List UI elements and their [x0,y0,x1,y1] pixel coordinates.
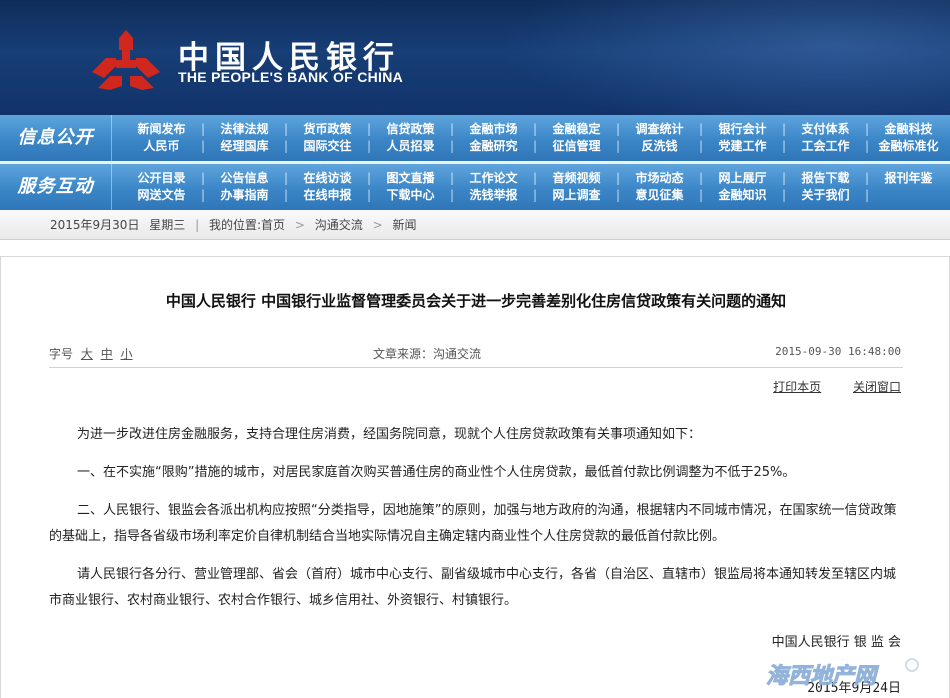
nav-info-disclosure: 信息公开 新闻发布法律法规货币政策信贷政策金融市场金融稳定调查统计银行会计支付体… [0,115,950,161]
nav-service-item[interactable]: 意见征集 [618,187,703,204]
current-weekday: 星期三 [149,218,186,232]
nav-service-item[interactable]: 网上展厅 [701,170,786,187]
nav-service-item[interactable]: 办事指南 [203,187,288,204]
nav-service-item[interactable]: 网上调查 [535,187,620,204]
nav-info-item[interactable]: 支付体系 [784,121,869,138]
nav-info-item[interactable]: 国际交往 [286,138,371,155]
nav-service-item[interactable]: 公开目录 [120,170,205,187]
nav-service-item[interactable]: 图文直播 [369,170,454,187]
font-size-small[interactable]: 小 [121,347,133,361]
article-datetime: 2015-09-30 16:48:00 [775,345,901,358]
article-signature: 中国人民银行 银 监 会 [771,635,901,650]
article-paragraph: 二、人民银行、银监会各派出机构应按照“分类指导，因地施策”的原则，加强与地方政府… [49,503,897,544]
nav-service-grid: 公开目录公告信息在线访谈图文直播工作论文音频视频市场动态网上展厅报告下载报刊年鉴… [120,170,950,204]
header-glow [470,0,950,115]
location-label: 我的位置: [209,218,262,232]
nav-info-item[interactable]: 人民币 [120,138,205,155]
nav-service-interaction: 服务互动 公开目录公告信息在线访谈图文直播工作论文音频视频市场动态网上展厅报告下… [0,164,950,210]
breadcrumb-home[interactable]: 首页 [261,218,285,232]
nav-service-item[interactable]: 工作论文 [452,170,537,187]
article-tools: 打印本页 关闭窗口 [745,378,901,395]
nav-service-item[interactable]: 下载中心 [369,187,454,204]
article-source: 文章来源：沟通交流 [373,347,482,361]
nav-service-label: 服务互动 [0,164,112,210]
meta-divider [49,367,903,368]
nav-info-item[interactable]: 银行会计 [701,121,786,138]
nav-service-item[interactable]: 金融知识 [701,187,786,204]
nav-service-item[interactable]: 关于我们 [784,187,869,204]
font-size-large[interactable]: 大 [81,347,93,361]
nav-info-item[interactable]: 金融稳定 [535,121,620,138]
font-size-medium[interactable]: 中 [101,347,113,361]
nav-service-item[interactable]: 在线申报 [286,187,371,204]
font-size-controls: 字号 大 中 小 [49,345,133,362]
nav-info-item[interactable]: 金融市场 [452,121,537,138]
nav-info-item[interactable]: 反洗钱 [618,138,703,155]
breadcrumb-communication[interactable]: 沟通交流 [315,218,363,232]
nav-info-label: 信息公开 [0,115,112,161]
nav-service-item[interactable]: 市场动态 [618,170,703,187]
article-paragraph: 为进一步改进住房金融服务，支持合理住房消费，经国务院同意，现就个人住房贷款政策有… [77,427,702,442]
nav-service-item[interactable]: 报刊年鉴 [867,170,950,187]
nav-service-item[interactable]: 报告下载 [784,170,869,187]
nav-info-item[interactable]: 信贷政策 [369,121,454,138]
site-header: 中国人民银行 THE PEOPLE'S BANK OF CHINA [0,0,950,115]
nav-info-grid: 新闻发布法律法规货币政策信贷政策金融市场金融稳定调查统计银行会计支付体系金融科技… [120,121,950,155]
brand-name-en: THE PEOPLE'S BANK OF CHINA [178,69,404,85]
nav-info-item[interactable]: 经理国库 [203,138,288,155]
nav-service-item[interactable]: 在线访谈 [286,170,371,187]
breadcrumb-bar: 2015年9月30日 星期三 | 我的位置:首页 > 沟通交流 > 新闻 [0,210,950,240]
article-body: 为进一步改进住房金融服务，支持合理住房消费，经国务院同意，现就个人住房贷款政策有… [49,422,905,626]
close-window-link[interactable]: 关闭窗口 [853,380,901,394]
nav-info-item[interactable]: 金融科技 [867,121,950,138]
article-paragraph: 一、在不实施“限购”措施的城市，对居民家庭首次购买普通住房的商业性个人住房贷款，… [77,465,796,480]
nav-info-item[interactable]: 征信管理 [535,138,620,155]
nav-info-item[interactable]: 新闻发布 [120,121,205,138]
article-sign-date: 2015年9月24日 [807,681,901,696]
nav-info-item[interactable]: 金融研究 [452,138,537,155]
article-paragraph: 请人民银行各分行、营业管理部、省会（首府）城市中心支行、副省级城市中心支行，各省… [49,567,897,608]
nav-service-item[interactable]: 洗钱举报 [452,187,537,204]
nav-info-item[interactable]: 货币政策 [286,121,371,138]
nav-info-item[interactable]: 人员招录 [369,138,454,155]
nav-service-item[interactable]: 公告信息 [203,170,288,187]
nav-info-item[interactable]: 金融标准化 [867,138,950,155]
nav-info-item[interactable]: 党建工作 [701,138,786,155]
nav-service-item[interactable]: 音频视频 [535,170,620,187]
breadcrumb-news[interactable]: 新闻 [393,218,417,232]
nav-service-item[interactable]: 网送文告 [120,187,205,204]
pboc-logo-icon[interactable] [88,28,164,92]
print-page-link[interactable]: 打印本页 [773,380,821,394]
nav-info-item[interactable]: 法律法规 [203,121,288,138]
current-date: 2015年9月30日 [50,218,140,232]
nav-info-item[interactable]: 工会工作 [784,138,869,155]
nav-info-item[interactable]: 调查统计 [618,121,703,138]
font-size-label: 字号 [49,347,74,361]
article-panel: 中国人民银行 中国银行业监督管理委员会关于进一步完善差别化住房信贷政策有关问题的… [0,256,950,698]
article-title: 中国人民银行 中国银行业监督管理委员会关于进一步完善差别化住房信贷政策有关问题的… [165,292,787,310]
